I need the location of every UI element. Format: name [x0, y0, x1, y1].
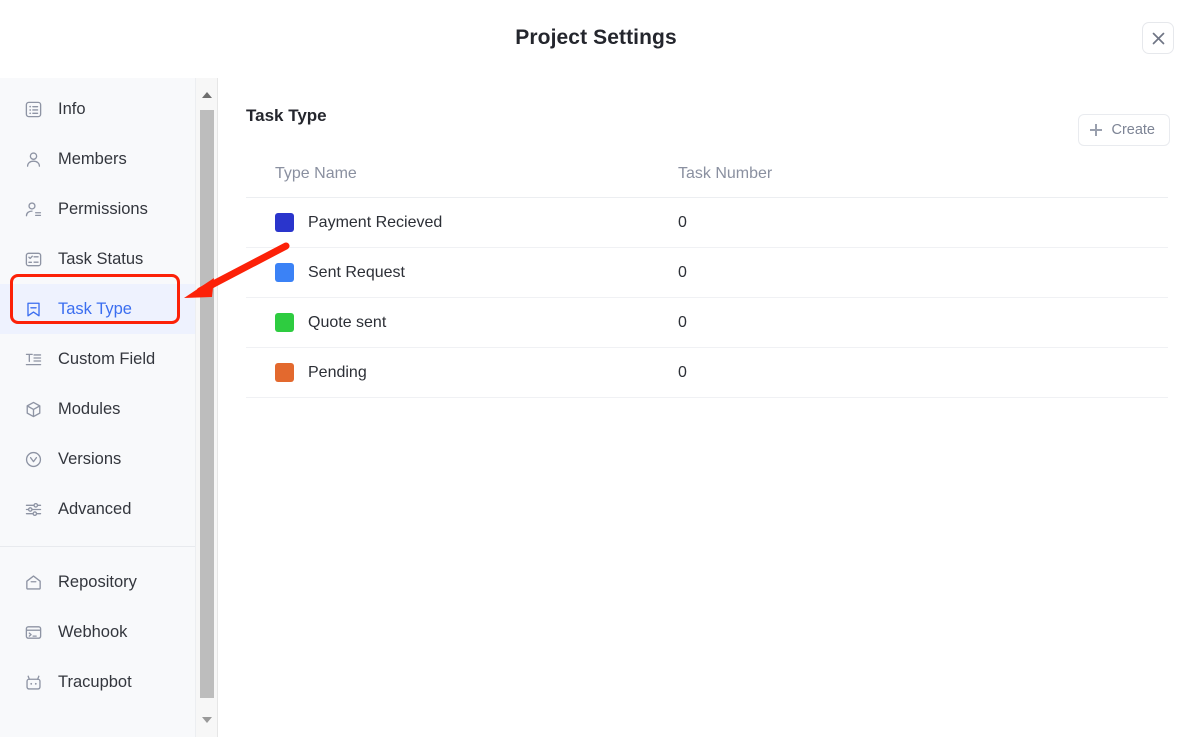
sidebar-item-modules[interactable]: Modules	[0, 384, 195, 434]
table-row[interactable]: Payment Recieved 0	[246, 198, 1168, 248]
sidebar-item-repository[interactable]: Repository	[0, 557, 195, 607]
checklist-icon	[22, 248, 44, 270]
sidebar-item-label: Tracupbot	[58, 672, 132, 691]
sidebar-item-members[interactable]: Members	[0, 134, 195, 184]
sidebar-item-tracupbot[interactable]: Tracupbot	[0, 657, 195, 707]
close-icon	[1152, 32, 1164, 44]
column-header-task-number: Task Number	[678, 164, 773, 182]
cell-type-name: Payment Recieved	[246, 213, 678, 232]
sidebar-item-label: Repository	[58, 572, 137, 591]
sidebar-item-task-type[interactable]: Task Type	[0, 284, 195, 334]
version-circle-icon	[22, 448, 44, 470]
user-icon	[22, 148, 44, 170]
sidebar-group-primary: Info Members Permissions Task Status Tas…	[0, 78, 195, 534]
settings-sidebar[interactable]: Info Members Permissions Task Status Tas…	[0, 78, 196, 737]
sidebar-group-integrations: Repository Webhook Tracupbot	[0, 547, 195, 707]
bookmark-icon	[22, 298, 44, 320]
sidebar-item-webhook[interactable]: Webhook	[0, 607, 195, 657]
cell-type-name: Pending	[246, 363, 678, 382]
table-row[interactable]: Pending 0	[246, 348, 1168, 398]
sidebar-item-label: Advanced	[58, 499, 132, 518]
sidebar-item-info[interactable]: Info	[0, 84, 195, 134]
color-swatch	[275, 313, 294, 332]
sidebar-item-label: Task Status	[58, 249, 144, 268]
project-settings-dialog: Project Settings Info Members Permission…	[0, 0, 1192, 737]
sliders-icon	[22, 498, 44, 520]
sidebar-item-label: Info	[58, 99, 86, 118]
repository-icon	[22, 571, 44, 593]
sidebar-item-label: Modules	[58, 399, 121, 418]
cell-task-number: 0	[678, 363, 687, 381]
sidebar-item-permissions[interactable]: Permissions	[0, 184, 195, 234]
terminal-icon	[22, 621, 44, 643]
cell-task-number: 0	[678, 263, 687, 281]
cell-task-number: 0	[678, 313, 687, 331]
section-title: Task Type	[246, 106, 327, 125]
sidebar-item-label: Webhook	[58, 622, 128, 641]
sidebar-item-task-status[interactable]: Task Status	[0, 234, 195, 284]
create-button-label: Create	[1111, 122, 1155, 138]
page-title: Project Settings	[515, 26, 677, 49]
text-field-icon	[22, 348, 44, 370]
color-swatch	[275, 263, 294, 282]
main-content: Task Type Create Type Name Task Number P…	[219, 78, 1192, 737]
cell-task-number: 0	[678, 213, 687, 231]
type-name-label: Quote sent	[308, 313, 387, 331]
type-name-label: Payment Recieved	[308, 213, 443, 231]
cube-icon	[22, 398, 44, 420]
info-list-icon	[22, 98, 44, 120]
sidebar-item-label: Versions	[58, 449, 122, 468]
sidebar-item-custom-field[interactable]: Custom Field	[0, 334, 195, 384]
color-swatch	[275, 363, 294, 382]
plus-icon	[1090, 124, 1103, 136]
table-header-row: Type Name Task Number	[246, 150, 1168, 198]
cell-type-name: Quote sent	[246, 313, 678, 332]
scroll-up-arrow-icon[interactable]	[196, 84, 218, 106]
color-swatch	[275, 213, 294, 232]
table-row[interactable]: Sent Request 0	[246, 248, 1168, 298]
task-type-table: Type Name Task Number Payment Recieved 0…	[246, 150, 1168, 398]
sidebar-item-label: Members	[58, 149, 127, 168]
create-button[interactable]: Create	[1078, 114, 1170, 146]
sidebar-item-versions[interactable]: Versions	[0, 434, 195, 484]
robot-icon	[22, 671, 44, 693]
sidebar-item-label: Permissions	[58, 199, 148, 218]
sidebar-item-advanced[interactable]: Advanced	[0, 484, 195, 534]
close-button[interactable]	[1142, 22, 1174, 54]
sidebar-item-label: Task Type	[58, 299, 132, 318]
dialog-header: Project Settings	[0, 0, 1192, 78]
type-name-label: Pending	[308, 363, 367, 381]
type-name-label: Sent Request	[308, 263, 405, 281]
user-lines-icon	[22, 198, 44, 220]
scroll-down-arrow-icon[interactable]	[196, 709, 218, 731]
cell-type-name: Sent Request	[246, 263, 678, 282]
sidebar-item-label: Custom Field	[58, 349, 156, 368]
section-header: Task Type Create	[219, 78, 1192, 150]
sidebar-scrollbar[interactable]	[196, 78, 218, 737]
column-header-type-name: Type Name	[275, 164, 357, 182]
scrollbar-thumb[interactable]	[200, 110, 214, 698]
table-row[interactable]: Quote sent 0	[246, 298, 1168, 348]
